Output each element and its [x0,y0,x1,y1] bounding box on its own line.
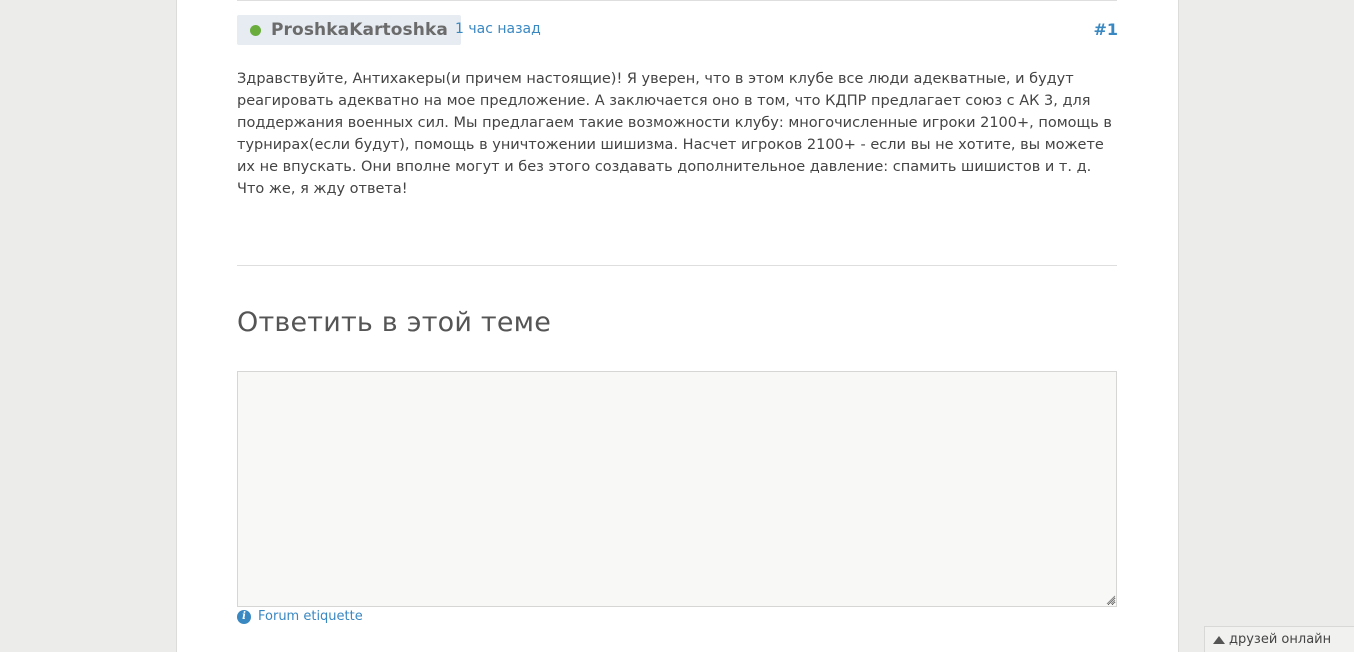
online-status-icon [250,24,261,36]
reply-heading: Ответить в этой теме [237,307,552,338]
author-name[interactable]: ProshkaKartoshka [271,20,448,40]
info-icon: i [237,609,251,624]
reply-textarea[interactable] [237,371,1117,607]
triangle-up-icon [1213,635,1225,644]
post-body: Здравствуйте, Антихакеры(и причем настоя… [237,71,1112,197]
section-divider [237,265,1117,266]
author-chip[interactable]: ProshkaKartoshka [237,15,461,45]
post-time-link[interactable]: 1 час назад [455,21,541,37]
forum-etiquette-link[interactable]: Forum etiquette [258,609,363,624]
top-divider [237,0,1117,1]
forum-etiquette[interactable]: i Forum etiquette [237,609,363,624]
friends-online-label: друзей онлайн [1229,632,1332,647]
post-number-link[interactable]: #1 [1093,20,1118,39]
friends-online-toggle[interactable]: друзей онлайн [1204,626,1354,652]
forum-panel: ProshkaKartoshka 1 час назад #1 Здравств… [176,0,1179,652]
